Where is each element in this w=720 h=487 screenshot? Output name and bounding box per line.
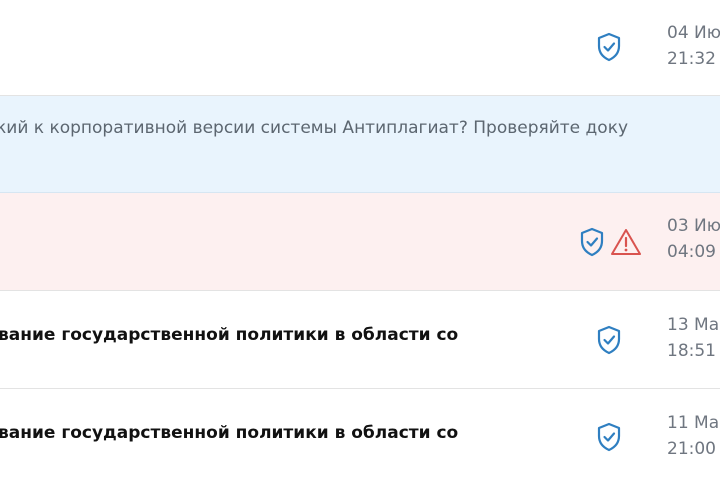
document-row[interactable]: вание государственной политики в области…	[0, 291, 720, 389]
document-title[interactable]: вание государственной политики в области…	[0, 325, 519, 345]
date-time: 18:51	[667, 341, 716, 361]
warning-triangle-icon	[610, 227, 642, 257]
promo-text: кий к корпоративной версии системы Антип…	[0, 118, 629, 138]
date-time: 21:00	[667, 439, 716, 459]
document-date: 13 Ма 18:51	[667, 312, 719, 364]
date-day: 04 Ию	[667, 23, 720, 43]
promo-banner[interactable]: кий к корпоративной версии системы Антип…	[0, 96, 720, 193]
document-date: 11 Ма 21:00	[667, 410, 719, 462]
document-row[interactable]: вание государственной политики в области…	[0, 389, 720, 487]
shield-check-icon	[596, 32, 622, 62]
date-day: 13 Ма	[667, 315, 720, 335]
shield-check-icon	[579, 227, 605, 257]
document-row[interactable]: 04 Ию 21:32	[0, 0, 720, 96]
date-time: 21:32	[667, 49, 716, 69]
document-date: 03 Ию 04:09	[667, 213, 720, 265]
document-date: 04 Ию 21:32	[667, 20, 720, 72]
shield-check-icon	[596, 325, 622, 355]
document-row-flagged[interactable]: 03 Ию 04:09	[0, 193, 720, 291]
date-time: 04:09	[667, 242, 716, 262]
date-day: 03 Ию	[667, 216, 720, 236]
shield-check-icon	[596, 422, 622, 452]
document-title[interactable]: вание государственной политики в области…	[0, 423, 519, 443]
date-day: 11 Ма	[667, 413, 720, 433]
